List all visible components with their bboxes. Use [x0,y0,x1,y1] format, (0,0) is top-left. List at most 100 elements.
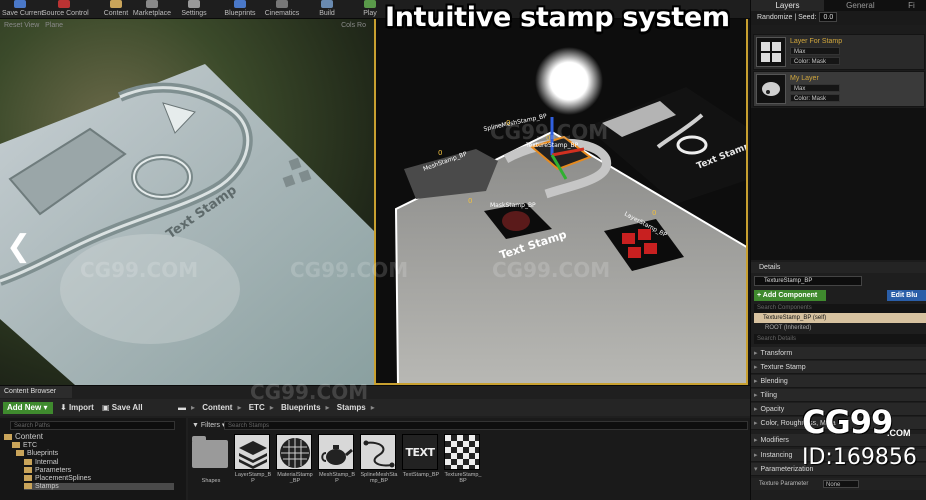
expand-arrow-icon: ▸ [754,392,758,399]
details-tab[interactable]: Details [751,262,926,273]
randomize-label[interactable]: Randomize | Seed: [757,14,816,21]
randomize-seed-row: Randomize | Seed: 0.0 [751,11,926,25]
settings-button[interactable]: Settings [176,0,212,19]
layer-stamp-block-d [644,243,657,254]
source-control-button[interactable]: Source Control [42,0,89,19]
seed-input[interactable]: 0.0 [819,12,838,22]
edit-blueprint-button[interactable]: Edit Blu [887,290,926,301]
tree-item-parameters[interactable]: Parameters [24,467,71,474]
breadcrumb-separator: ▸ [269,403,274,412]
search-details-input[interactable]: Search Details [754,334,926,344]
cinematics-button[interactable]: Cinematics [262,0,302,19]
save-current-button[interactable]: Save Current [2,0,43,19]
layer-blend-dropdown[interactable]: Max [790,47,840,55]
layers-tabbar: Layers General Fi [751,0,926,11]
component-self-row[interactable]: TextureStamp_BP (self) [754,313,926,323]
tab-general[interactable]: General [824,0,897,11]
search-components-input[interactable]: Search Components [754,304,926,313]
layer-color-dropdown[interactable]: Color: Mask [790,57,840,65]
tree-item-blueprints[interactable]: Blueprints [16,450,58,457]
category-blending[interactable]: ▸ Blending [751,375,926,388]
search-assets-input[interactable]: Search Stamps [224,421,748,430]
blueprints-button[interactable]: Blueprints [222,0,258,19]
asset-texturestamp[interactable]: TextureStamp_BP [444,434,482,484]
category-tiling[interactable]: ▸ Tiling [751,389,926,402]
view-mode-label[interactable]: Plane [45,22,63,29]
expand-arrow-icon: ▸ [754,452,758,459]
filter-icon: ▼ [192,422,199,429]
search-paths-input[interactable]: Search Paths [10,421,175,430]
breadcrumb-blueprints[interactable]: Blueprints [281,403,321,412]
add-new-button[interactable]: Add New ▾ [3,402,53,414]
layer-name: Layer For Stamp [790,38,843,45]
category-transform[interactable]: ▸ Transform [751,347,926,360]
watermark-overlay: CG99.COM [80,258,199,282]
folder-icon [24,467,32,474]
layer-row-layer-for-stamp[interactable]: Layer For Stamp Max Color: Mask [753,34,925,70]
folder-tree: Search Paths Content ETC Blueprints Inte… [0,418,186,500]
viewport-header-right[interactable]: Cols Ro [341,22,366,29]
expand-arrow-icon: ▸ [754,350,758,357]
tree-item-content[interactable]: Content [4,432,43,441]
viewport-material-preview[interactable]: Text Stamp Reset View Plane Cols Ro ❮ [0,19,374,385]
reset-view-label[interactable]: Reset View [4,22,39,29]
mesh-stamp-index: 0 [438,149,442,157]
asset-label: SplineMeshStamp_BP [360,472,398,484]
category-label: Transform [760,350,793,357]
asset-splinemeshstamp[interactable]: SplineMeshStamp_BP [360,434,398,484]
content-button[interactable]: Content [100,0,132,19]
content-browser-tab[interactable]: Content Browser [0,386,72,398]
breadcrumb-folder-icon: ▬ [178,403,186,412]
checkerboard-icon [444,434,480,470]
mask-stamp-label: MaskStamp_BP [490,202,536,209]
layer-blend-dropdown[interactable]: Max [790,84,840,92]
breadcrumb-stamps[interactable]: Stamps [337,403,366,412]
asset-textstamp[interactable]: TEXT TextStamp_BP [402,434,440,484]
tab-fi[interactable]: Fi [897,0,926,11]
viewport-level-editor[interactable]: Text Stamp SplineMeshStamp_BP MeshStamp_… [374,19,748,385]
tab-layers[interactable]: Layers [751,0,824,11]
category-label: Tiling [760,392,777,399]
component-root-row[interactable]: ROOT (Inherited) [765,325,811,331]
breadcrumb-content[interactable]: Content [202,403,232,412]
expand-arrow-icon: ▸ [754,364,758,371]
breadcrumb-etc[interactable]: ETC [249,403,265,412]
asset-meshstamp[interactable]: MeshStamp_BP [318,434,356,484]
tree-item-label: Stamps [35,483,59,490]
layer-stamp-block-c [628,247,641,258]
layer-thumbnail [756,74,786,104]
watermark-overlay: CG99.COM [490,120,609,144]
object-name-field[interactable]: TextureStamp_BP [754,276,862,286]
breadcrumb-separator: ▸ [370,403,375,412]
play-button[interactable]: Play [360,0,380,19]
asset-layerstamp[interactable]: LayerStamp_BP [234,434,272,484]
layer-row-my-layer[interactable]: My Layer Max Color: Mask [753,71,925,107]
tree-item-internal[interactable]: Internal [24,459,58,466]
build-icon [321,0,333,8]
cinematics-label: Cinematics [264,10,300,17]
folder-icon [12,442,20,449]
layer-color-dropdown[interactable]: Color: Mask [790,94,840,102]
add-component-button[interactable]: + Add Component [754,290,826,301]
marketplace-icon [146,0,158,8]
texture-parameter-label: Texture Parameter [759,481,809,487]
texture-parameter-dropdown[interactable]: None [823,480,859,488]
build-button[interactable]: Build [314,0,340,19]
tree-item-placementsplines[interactable]: PlacementSplines [24,475,91,482]
import-button[interactable]: ⬇ Import [60,402,94,414]
viewport-header-left[interactable]: Reset View Plane [4,22,63,29]
filters-button[interactable]: ▼ Filters ▾ [192,421,225,429]
asset-materialstamp[interactable]: MaterialStamp_BP [276,434,314,484]
save-all-button[interactable]: ▣ Save All [102,402,143,414]
marketplace-button[interactable]: Marketplace [132,0,172,19]
previous-arrow-icon[interactable]: ❮ [6,232,31,262]
light-source-icon[interactable] [535,47,603,115]
category-texture-stamp[interactable]: ▸ Texture Stamp [751,361,926,374]
import-icon: ⬇ [60,403,67,412]
asset-label: MeshStamp_BP [318,472,356,484]
light-patch [60,234,240,344]
expand-arrow-icon: ▸ [754,378,758,385]
asset-shapes-folder[interactable]: Shapes [192,434,230,484]
tree-item-stamps[interactable]: Stamps [24,483,174,490]
tree-item-etc[interactable]: ETC [12,442,37,449]
